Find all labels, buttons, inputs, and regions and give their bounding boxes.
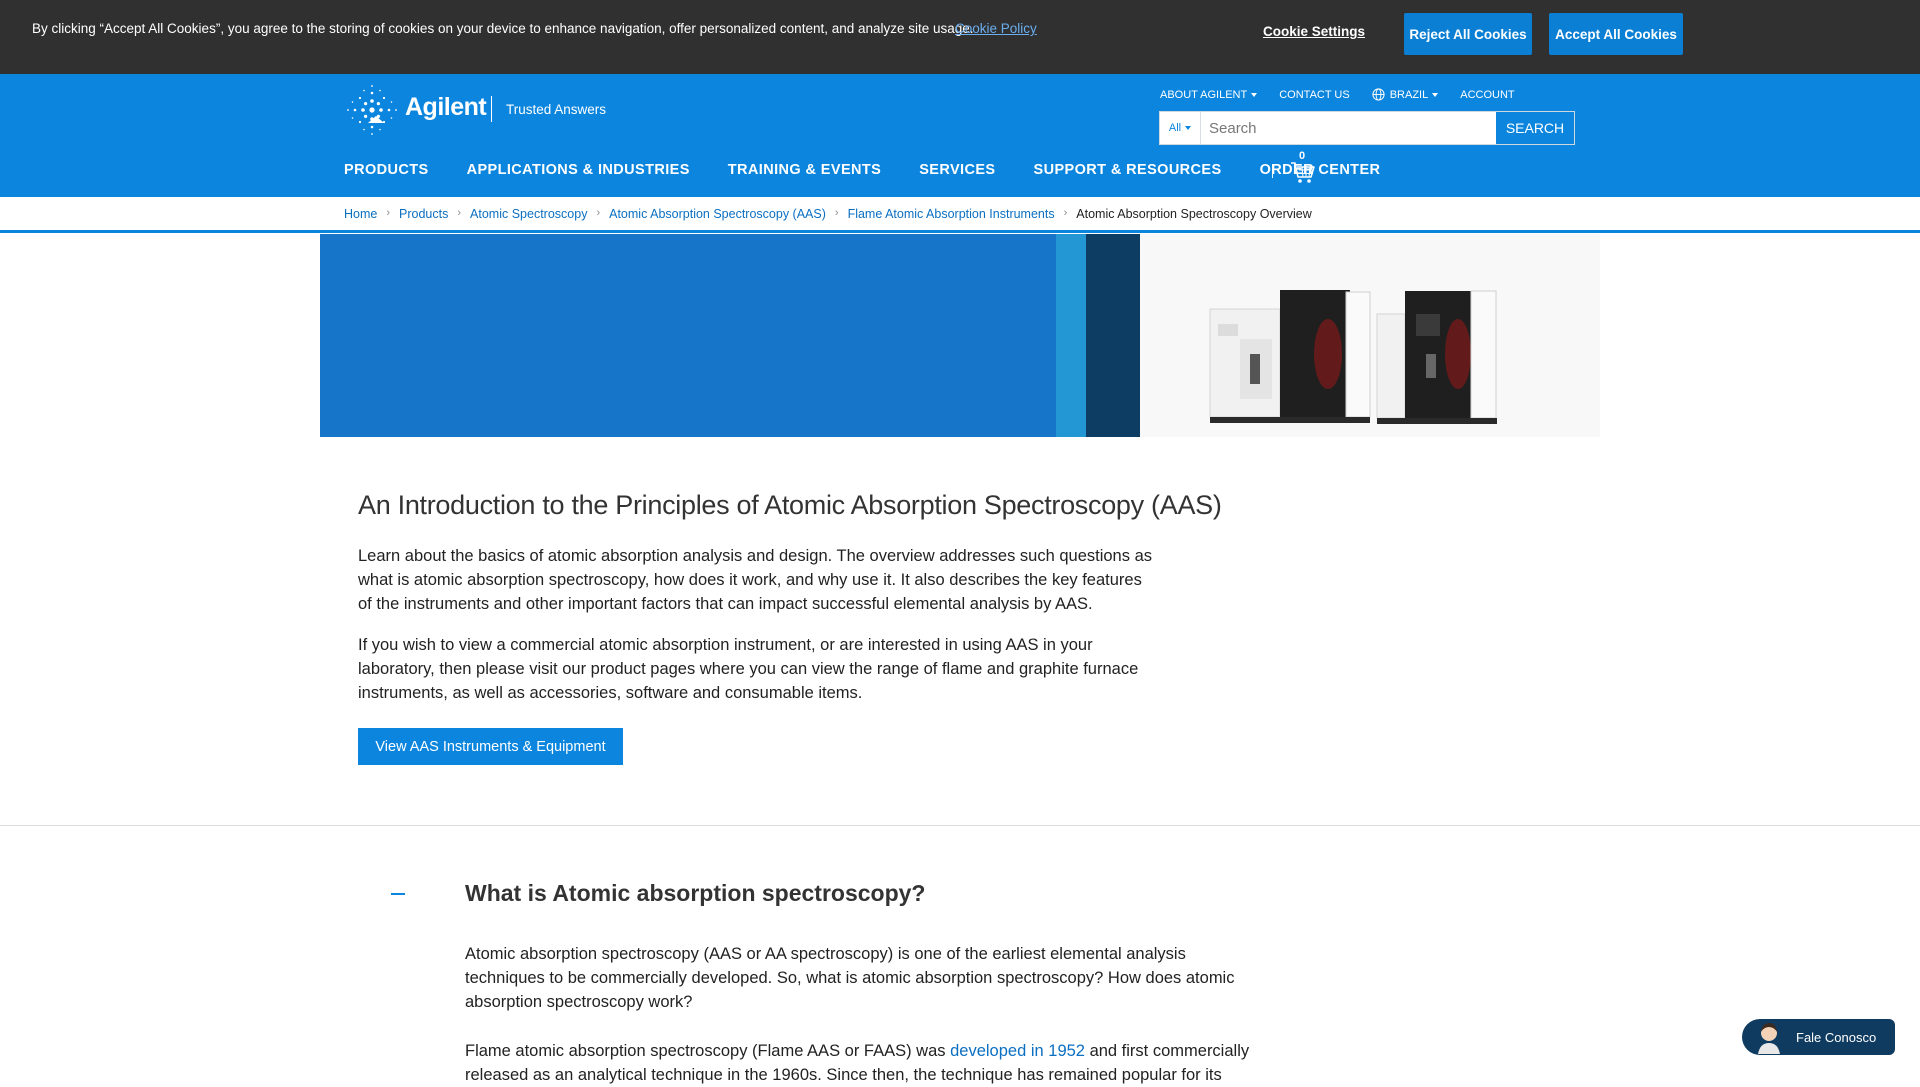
utility-account-label: ACCOUNT (1460, 88, 1515, 101)
main-nav: PRODUCTS APPLICATIONS & INDUSTRIES TRAIN… (344, 162, 1418, 178)
agent-avatar-icon (1758, 1023, 1780, 1054)
hero-banner (320, 234, 1056, 437)
collapse-minus-icon[interactable] (391, 893, 405, 895)
breadcrumb-products[interactable]: Products (399, 207, 448, 221)
search-scope-label: All (1168, 122, 1182, 134)
chat-label: Fale Conosco (1796, 1029, 1877, 1045)
utility-country-selector[interactable]: BRAZIL (1372, 88, 1439, 101)
breadcrumb-home[interactable]: Home (344, 207, 377, 221)
nav-products[interactable]: PRODUCTS (344, 162, 429, 178)
breadcrumb-flame-aa-instruments[interactable]: Flame Atomic Absorption Instruments (848, 207, 1055, 221)
brand-tagline: Trusted Answers (506, 102, 607, 117)
breadcrumb-atomic-spectroscopy[interactable]: Atomic Spectroscopy (470, 207, 587, 221)
nav-order-center[interactable]: ORDER CENTER (1260, 162, 1381, 178)
view-aas-instruments-button[interactable]: View AAS Instruments & Equipment (358, 728, 623, 765)
utility-about-agilent[interactable]: ABOUT AGILENT (1160, 88, 1258, 101)
chevron-right-icon: › (834, 207, 839, 219)
active-nav-indicator (368, 116, 384, 123)
utility-contact-us[interactable]: CONTACT US (1279, 88, 1350, 101)
cookie-message: By clicking “Accept All Cookies”, you ag… (32, 21, 974, 36)
intro-paragraph: Learn about the basics of atomic absorpt… (358, 547, 1152, 613)
breadcrumb-aas[interactable]: Atomic Absorption Spectroscopy (AAS) (609, 207, 826, 221)
search-input[interactable] (1201, 112, 1495, 144)
section-divider (0, 825, 1920, 826)
globe-icon (1372, 88, 1385, 101)
aas-instruments-image (1140, 234, 1600, 437)
utility-contact-label: CONTACT US (1279, 88, 1350, 101)
agilent-spark-logo-icon[interactable] (344, 82, 400, 138)
site-header: Agilent Trusted Answers ABOUT AGILENT CO… (0, 74, 1920, 197)
chevron-right-icon: › (457, 207, 462, 219)
utility-country-label: BRAZIL (1389, 88, 1429, 101)
cookie-settings-button[interactable]: Cookie Settings (1263, 24, 1365, 39)
chevron-right-icon: › (386, 207, 391, 219)
accordion-paragraph: Atomic absorption spectroscopy (AAS or A… (465, 945, 1235, 1011)
caret-down-icon (1185, 126, 1192, 130)
accept-all-cookies-button[interactable]: Accept All Cookies (1549, 13, 1683, 55)
developed-1952-link[interactable]: developed in 1952 (950, 1042, 1085, 1060)
nav-support-resources[interactable]: SUPPORT & RESOURCES (1034, 162, 1222, 178)
brand-name[interactable]: Agilent (405, 93, 487, 122)
cookie-policy-link[interactable]: Cookie Policy (955, 21, 1037, 36)
nav-training-events[interactable]: TRAINING & EVENTS (728, 162, 881, 178)
shopping-cart-icon[interactable] (1290, 159, 1316, 185)
search-button[interactable]: SEARCH (1495, 112, 1574, 144)
nav-applications-industries[interactable]: APPLICATIONS & INDUSTRIES (467, 162, 690, 178)
hero-accent-stripe-light (1056, 234, 1086, 437)
cookie-consent-bar: By clicking “Accept All Cookies”, you ag… (0, 0, 1920, 74)
chat-button[interactable]: Fale Conosco (1742, 1019, 1895, 1055)
nav-separator (1272, 164, 1273, 178)
utility-account[interactable]: ACCOUNT (1460, 88, 1514, 101)
brand-divider (491, 96, 492, 122)
chevron-right-icon: › (596, 207, 601, 219)
accordion-text: Flame atomic absorption spectroscopy (Fl… (465, 1042, 951, 1060)
nav-services[interactable]: SERVICES (919, 162, 995, 178)
hero-accent-stripe-dark (1086, 234, 1140, 437)
page-title: An Introduction to the Principles of Ato… (358, 490, 1222, 520)
utility-about-label: ABOUT AGILENT (1160, 88, 1248, 101)
caret-down-icon (1251, 92, 1258, 97)
breadcrumb-current: Atomic Absorption Spectroscopy Overview (1076, 207, 1312, 221)
search-scope-dropdown[interactable]: All (1160, 112, 1201, 144)
chevron-right-icon: › (1063, 207, 1068, 219)
breadcrumb-list: Home › Products › Atomic Spectroscopy › … (344, 207, 1312, 221)
accordion-title[interactable]: What is Atomic absorption spectroscopy? (465, 880, 925, 907)
intro-paragraph: If you wish to view a commercial atomic … (358, 636, 1139, 702)
breadcrumb: Home › Products › Atomic Spectroscopy › … (0, 197, 1920, 233)
utility-nav: ABOUT AGILENT CONTACT US BRAZIL ACCOUNT (1160, 88, 1537, 101)
search-bar: All SEARCH (1159, 111, 1575, 145)
caret-down-icon (1432, 92, 1439, 97)
reject-all-cookies-button[interactable]: Reject All Cookies (1404, 13, 1532, 55)
